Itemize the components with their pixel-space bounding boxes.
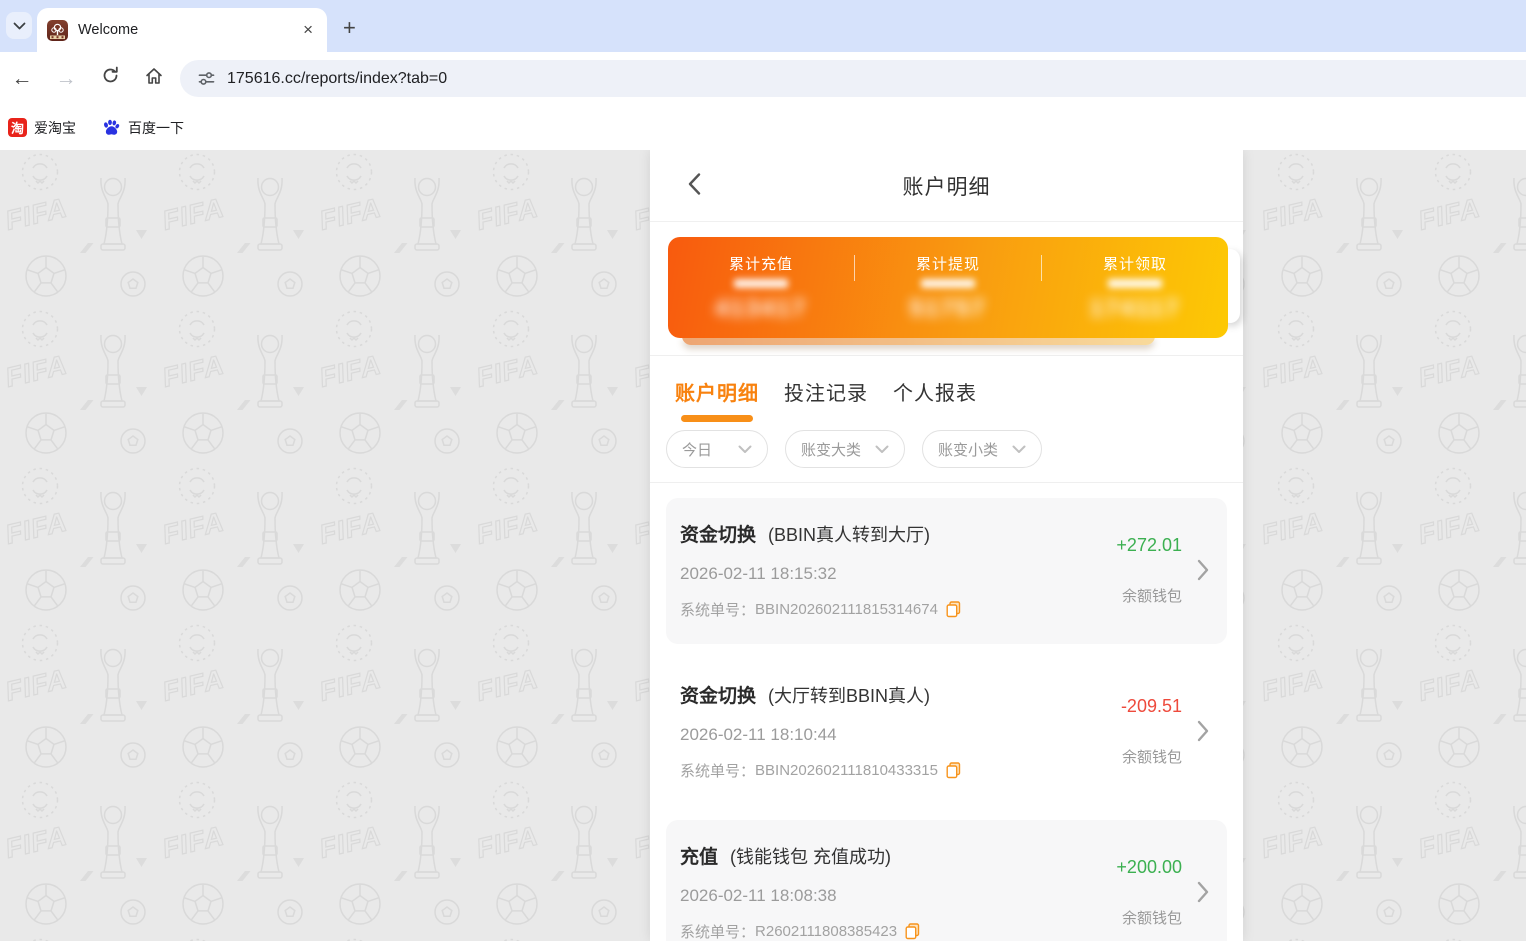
browser-tab[interactable]: Welcome × — [37, 8, 327, 52]
chevron-down-icon — [13, 22, 26, 30]
back-button[interactable]: ← — [0, 67, 44, 91]
blurred-value: 51757 — [855, 295, 1041, 323]
txn-wallet: 余额钱包 — [1122, 907, 1182, 928]
chevron-down-icon — [875, 445, 889, 454]
blurred-value: 174117 — [1042, 295, 1228, 323]
report-tabs: 账户明细 投注记录 个人报表 — [650, 356, 1243, 422]
filter-category-major-dropdown[interactable]: 账变大类 — [785, 430, 905, 468]
filter-date-dropdown[interactable]: 今日 — [666, 430, 768, 468]
browser-toolbar: ← → 175616.cc/reports/index?tab=0 — [0, 52, 1526, 105]
blurred-chip — [1108, 279, 1162, 288]
active-tab-underline — [681, 415, 753, 422]
chevron-down-icon — [1012, 445, 1026, 454]
stat-total-claim: 累计领取 174117 — [1042, 253, 1228, 323]
bookmark-baidu[interactable]: 百度一下 — [102, 118, 184, 138]
txn-type: 资金切换 — [680, 681, 756, 708]
txn-amount: -209.51 — [1121, 696, 1182, 717]
new-tab-button[interactable]: + — [343, 17, 356, 39]
chevron-right-icon — [1197, 559, 1209, 581]
txn-detail: (BBIN真人转到大厅) — [768, 521, 930, 547]
forward-button[interactable]: → — [44, 67, 88, 91]
stat-total-withdraw: 累计提现 51757 — [855, 253, 1041, 323]
order-label: 系统单号： — [680, 921, 755, 941]
home-icon — [144, 66, 164, 86]
site-favicon-icon — [47, 20, 68, 41]
chevron-right-icon — [1197, 720, 1209, 742]
blurred-value: 413417 — [668, 295, 854, 323]
address-bar[interactable]: 175616.cc/reports/index?tab=0 — [180, 60, 1526, 97]
tab-bet-records[interactable]: 投注记录 — [784, 377, 868, 422]
tab-title: Welcome — [78, 22, 299, 38]
site-info-icon[interactable] — [198, 70, 215, 87]
back-nav-button[interactable] — [674, 164, 714, 204]
blurred-chip — [921, 279, 975, 288]
copy-icon[interactable] — [905, 923, 920, 940]
order-number: BBIN202602111815314674 — [755, 601, 938, 618]
chevron-down-icon — [738, 445, 752, 454]
bookmarks-bar: 淘 爱淘宝 百度一下 — [0, 105, 1526, 150]
txn-detail: (大厅转到BBIN真人) — [768, 682, 930, 708]
chevron-left-icon — [688, 173, 701, 195]
txn-wallet: 余额钱包 — [1122, 746, 1182, 767]
stats-section: 累计充值 413417 累计提现 51757 累计领取 174117 — [650, 222, 1243, 356]
txn-datetime: 2026-02-11 18:08:38 — [680, 886, 1106, 906]
tab-search-button[interactable] — [6, 12, 32, 39]
txn-detail: (钱能钱包 充值成功) — [730, 843, 891, 869]
order-label: 系统单号： — [680, 599, 755, 620]
browser-tab-strip: Welcome × + — [0, 0, 1526, 52]
transaction-row[interactable]: 充值 (钱能钱包 充值成功) 2026-02-11 18:08:38 系统单号：… — [666, 820, 1227, 941]
txn-datetime: 2026-02-11 18:15:32 — [680, 564, 1106, 584]
account-panel: 账户明细 累计充值 413417 累计提现 51757 累计领取 — [650, 150, 1243, 941]
tab-close-icon[interactable]: × — [299, 20, 317, 40]
stat-total-deposit: 累计充值 413417 — [668, 253, 854, 323]
txn-amount: +272.01 — [1116, 535, 1182, 556]
panel-header: 账户明细 — [650, 150, 1243, 222]
txn-amount: +200.00 — [1116, 857, 1182, 878]
order-number: BBIN202602111810433315 — [755, 762, 938, 779]
bookmark-taobao[interactable]: 淘 爱淘宝 — [8, 118, 76, 138]
reload-icon — [101, 66, 120, 85]
txn-datetime: 2026-02-11 18:10:44 — [680, 725, 1111, 745]
taobao-icon: 淘 — [8, 118, 27, 137]
reload-button[interactable] — [88, 66, 132, 91]
home-button[interactable] — [132, 66, 176, 92]
transaction-row[interactable]: 资金切换 (BBIN真人转到大厅) 2026-02-11 18:15:32 系统… — [666, 498, 1227, 644]
transaction-list: 资金切换 (BBIN真人转到大厅) 2026-02-11 18:15:32 系统… — [650, 483, 1243, 941]
url-text[interactable]: 175616.cc/reports/index?tab=0 — [227, 70, 447, 88]
page-title: 账户明细 — [903, 171, 991, 201]
filters-row: 今日 账变大类 账变小类 — [650, 422, 1243, 483]
tab-personal-report[interactable]: 个人报表 — [893, 377, 977, 422]
copy-icon[interactable] — [946, 762, 961, 779]
blurred-chip — [734, 279, 788, 288]
tab-account-detail[interactable]: 账户明细 — [675, 377, 759, 422]
txn-type: 资金切换 — [680, 520, 756, 547]
order-number: R2602111808385423 — [755, 923, 897, 940]
txn-wallet: 余额钱包 — [1122, 585, 1182, 606]
copy-icon[interactable] — [946, 601, 961, 618]
stats-card: 累计充值 413417 累计提现 51757 累计领取 174117 — [668, 237, 1228, 338]
order-label: 系统单号： — [680, 760, 755, 781]
page-viewport: FIFA — [0, 150, 1526, 941]
txn-type: 充值 — [680, 842, 718, 869]
filter-category-minor-dropdown[interactable]: 账变小类 — [922, 430, 1042, 468]
transaction-row[interactable]: 资金切换 (大厅转到BBIN真人) 2026-02-11 18:10:44 系统… — [666, 659, 1227, 805]
chevron-right-icon — [1197, 881, 1209, 903]
baidu-paw-icon — [102, 118, 121, 137]
